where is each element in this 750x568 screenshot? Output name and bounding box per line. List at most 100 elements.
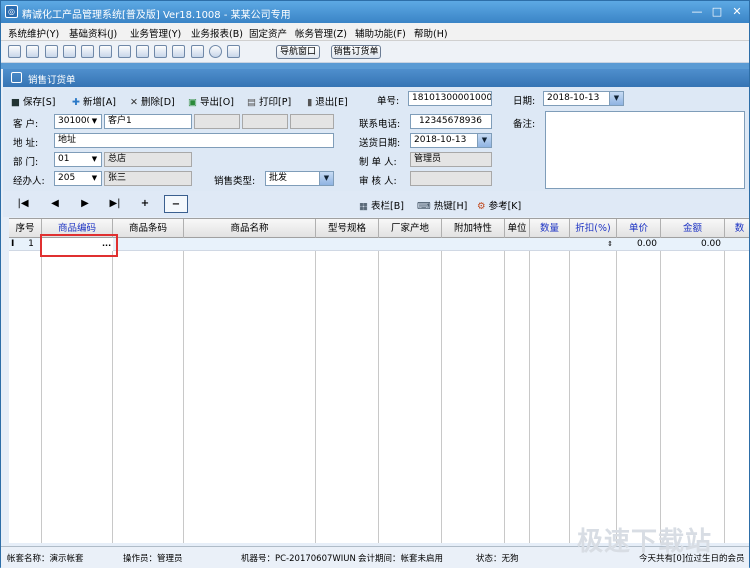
toolbar-exit-icon[interactable] [227,45,240,58]
chevron-down-icon[interactable]: ▼ [89,173,100,184]
remark-label: 备注: [513,119,536,130]
main-toolbar: 导航窗口 销售订货单 [1,41,749,63]
toolbar-card-icon[interactable] [63,45,76,58]
title-bar: ◎ 精诚化工产品管理系统[普及版] Ver18.1008 - 某某公司专用 — … [1,1,749,23]
close-button[interactable]: ✕ [728,4,746,19]
prev-record-button[interactable]: ◀ [43,195,67,213]
order-no-field[interactable]: 181013000010001 [408,91,492,106]
grid-line [41,238,42,543]
col-header-no[interactable]: 序号 [9,219,42,238]
toolbar-users-icon[interactable] [118,45,131,58]
reviewer-field [410,171,492,186]
export-button[interactable]: ▣ 导出[O] [188,94,234,108]
status-period: 会计期间：帐套未启用 [358,554,444,564]
grid-line [569,238,570,543]
menu-fixed-assets[interactable]: 固定资产 [249,26,287,40]
toolbar-window-icon[interactable] [8,45,21,58]
price-cell[interactable]: 0.00 [617,238,661,251]
toolbar-monitor-icon[interactable] [172,45,185,58]
hotkeys-button[interactable]: ⌨ 热键[H] [417,198,467,212]
phone-field[interactable]: 12345678936 [410,114,492,129]
minimize-button[interactable]: — [688,4,706,19]
remark-field[interactable] [545,111,745,189]
next-record-button[interactable]: ▶ [73,195,97,213]
print-button[interactable]: ▤ 打印[P] [247,94,291,108]
col-header-attribute[interactable]: 附加特性 [442,219,505,238]
chevron-down-icon[interactable]: ▼ [477,134,491,147]
ellipsis-button[interactable]: ··· [102,241,111,250]
maximize-button[interactable]: □ [708,4,726,19]
toolbar-help-icon[interactable] [209,45,222,58]
window-title: 精诚化工产品管理系统[普及版] Ver18.1008 - 某某公司专用 [22,10,291,21]
menu-help[interactable]: 帮助(H) [414,26,448,40]
reviewer-label: 审 核 人: [359,176,397,187]
chevron-down-icon[interactable]: ▼ [89,116,100,127]
menu-system-maintenance[interactable]: 系统维护(Y) [8,26,59,40]
reference-button[interactable]: ⚙ 参考[K] [477,198,521,212]
discount-spinner-icon[interactable]: ⇕ [603,238,617,251]
grid-line [529,238,530,543]
record-navigation: |◀ ◀ ▶ ▶| + − ▦ 表栏[B] ⌨ 热键[H] ⚙ 参考[K] [3,191,749,217]
grid-line [660,238,661,543]
menu-business-reports[interactable]: 业务报表(B) [191,26,243,40]
col-header-unit[interactable]: 单位 [505,219,530,238]
menu-bar: 系统维护(Y) 基础资料(J) 业务管理(Y) 业务报表(B) 固定资产 帐务管… [1,23,749,41]
first-record-button[interactable]: |◀ [11,195,35,213]
add-row-button[interactable]: + [133,195,157,213]
delivery-date-picker[interactable]: 2018-10-13 ▼ [410,133,492,148]
sales-type-select[interactable]: 批发 ▼ [265,171,334,186]
customer-extra-2 [242,114,288,129]
amount-cell[interactable]: 0.00 [661,238,725,251]
status-operator: 操作员：管理员 [123,554,183,564]
address-field[interactable]: 地址 [54,133,334,148]
toolbar-calc-icon[interactable] [191,45,204,58]
col-header-price[interactable]: 单价 [617,219,661,238]
app-icon: ◎ [5,5,18,18]
col-header-qty[interactable]: 数量 [530,219,570,238]
col-header-discount[interactable]: 折扣(%) [570,219,617,238]
col-header-amount[interactable]: 金额 [661,219,725,238]
col-header-extra[interactable]: 数 [725,219,749,238]
exit-button[interactable]: ▮ 退出[E] [307,94,348,108]
date-picker[interactable]: 2018-10-13 ▼ [543,91,624,106]
toolbar-cards-icon[interactable] [45,45,58,58]
nav-window-button[interactable]: 导航窗口 [276,45,320,59]
toolbar-transfer-icon[interactable] [136,45,149,58]
table-row[interactable]: I 1 ⇕ 0.00 0.00 [9,238,749,251]
status-machine: 机器号：PC-20170607WIUN [241,554,356,564]
menu-basic-data[interactable]: 基础资料(J) [69,26,117,40]
chevron-down-icon[interactable]: ▼ [319,172,333,185]
customer-code-select[interactable]: 3010001 ▼ [54,114,102,129]
add-button[interactable]: ✚ 新增[A] [72,94,116,108]
chevron-down-icon[interactable]: ▼ [89,154,100,165]
col-header-spec[interactable]: 型号规格 [316,219,379,238]
maker-field: 管理员 [410,152,492,167]
order-header-panel: ■ 保存[S] ✚ 新增[A] ✕ 删除[D] ▣ 导出[O] ▤ 打印[P] … [3,87,749,191]
delete-row-button[interactable]: − [164,195,188,213]
date-label: 日期: [513,96,536,107]
columns-button[interactable]: ▦ 表栏[B] [359,198,404,212]
toolbar-table-icon[interactable] [99,45,112,58]
toolbar-print-icon[interactable] [81,45,94,58]
menu-auxiliary[interactable]: 辅助功能(F) [355,26,406,40]
col-header-name[interactable]: 商品名称 [184,219,316,238]
last-record-button[interactable]: ▶| [103,195,127,213]
menu-accounts[interactable]: 帐务管理(Z) [295,26,347,40]
dept-code-select[interactable]: 01 ▼ [54,152,102,167]
toolbar-list-icon[interactable] [26,45,39,58]
address-label: 地 址: [13,138,39,149]
menu-business-management[interactable]: 业务管理(Y) [130,26,181,40]
customer-name-field[interactable]: 客户1 [104,114,192,129]
col-header-origin[interactable]: 厂家产地 [379,219,442,238]
chevron-down-icon[interactable]: ▼ [609,92,623,105]
sales-order-tab-button[interactable]: 销售订货单 [331,45,381,59]
delete-button[interactable]: ✕ 删除[D] [130,94,175,108]
toolbar-report-icon[interactable] [154,45,167,58]
dept-label: 部 门: [13,157,39,168]
col-header-barcode[interactable]: 商品条码 [113,219,184,238]
delivery-date-label: 送货日期: [359,138,401,149]
save-button[interactable]: ■ 保存[S] [11,94,55,108]
handler-code-select[interactable]: 205 ▼ [54,171,102,186]
app-window: ◎ 精诚化工产品管理系统[普及版] Ver18.1008 - 某某公司专用 — … [0,0,750,568]
row-number: 1 [28,239,34,249]
